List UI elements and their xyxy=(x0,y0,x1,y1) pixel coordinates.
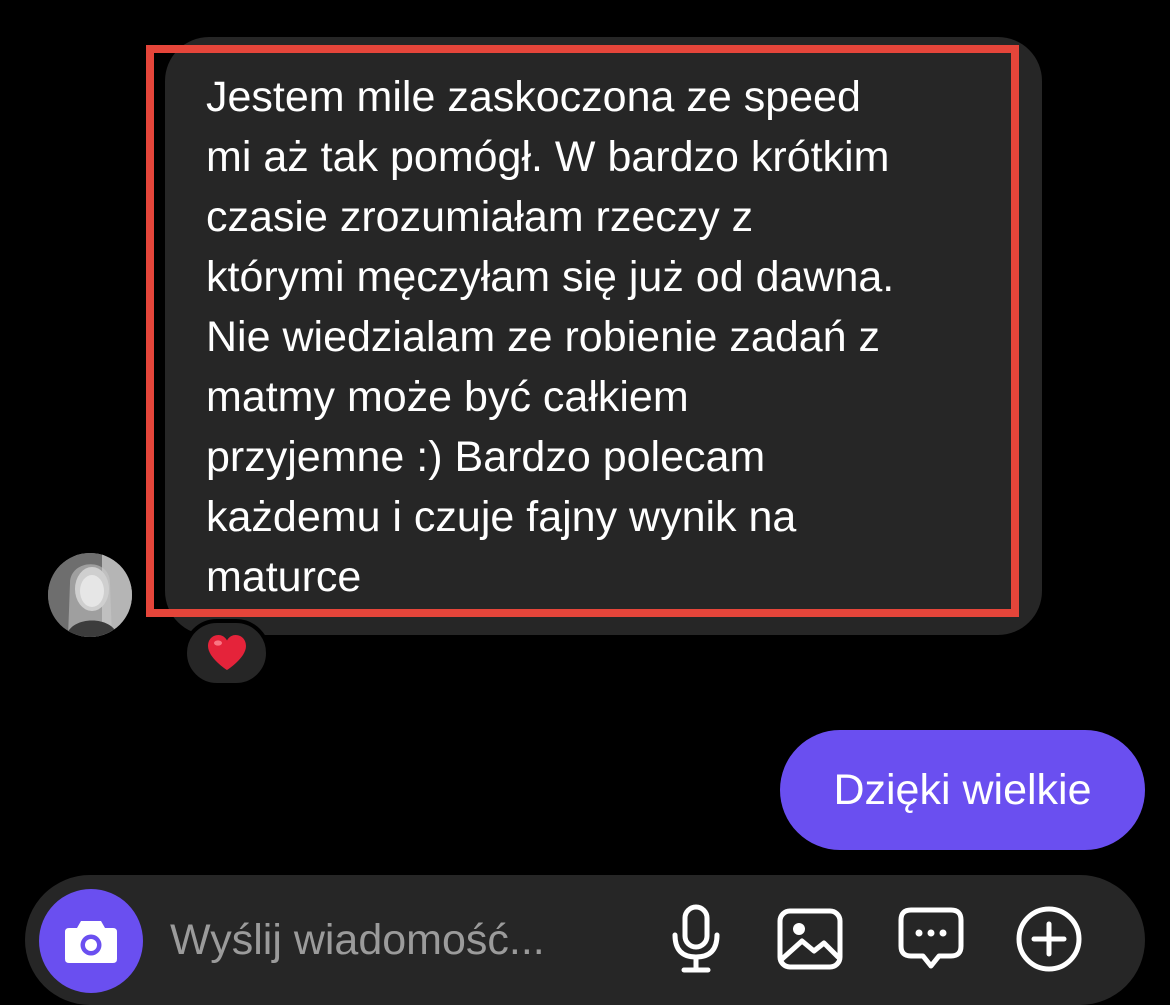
message-line: każdemu i czuje fajny wynik na xyxy=(206,493,797,541)
plus-icon xyxy=(1016,906,1082,972)
camera-button[interactable] xyxy=(39,889,143,993)
message-line: którymi męczyłam się już od dawna. xyxy=(206,253,895,301)
heart-reaction[interactable] xyxy=(183,619,270,687)
outgoing-message-text: Dzięki wielkie xyxy=(833,765,1092,814)
image-icon xyxy=(777,908,843,970)
microphone-button[interactable] xyxy=(660,903,732,975)
camera-icon xyxy=(65,921,117,963)
more-options-button[interactable] xyxy=(1013,903,1085,975)
avatar[interactable] xyxy=(48,553,132,637)
outgoing-message-bubble[interactable]: Dzięki wielkie xyxy=(780,730,1145,850)
message-line: Jestem mile zaskoczona ze speed xyxy=(206,73,861,121)
microphone-icon xyxy=(672,904,720,973)
message-input[interactable] xyxy=(170,905,620,975)
message-line: przyjemne :) Bardzo polecam xyxy=(206,433,766,481)
sticker-icon xyxy=(898,907,964,969)
sticker-button[interactable] xyxy=(895,903,967,975)
heart-icon xyxy=(207,635,246,670)
message-line: maturce xyxy=(206,553,362,601)
message-line: matmy może być całkiem xyxy=(206,373,689,421)
incoming-message-text: Jestem mile zaskoczona ze speed mi aż ta… xyxy=(206,67,1006,607)
message-line: mi aż tak pomógł. W bardzo krótkim xyxy=(206,133,890,181)
avatar-photo xyxy=(48,553,132,637)
message-line: czasie zrozumiałam rzeczy z xyxy=(206,193,754,241)
gallery-button[interactable] xyxy=(774,903,846,975)
message-line: Nie wiedzialam ze robienie zadań z xyxy=(206,313,881,361)
